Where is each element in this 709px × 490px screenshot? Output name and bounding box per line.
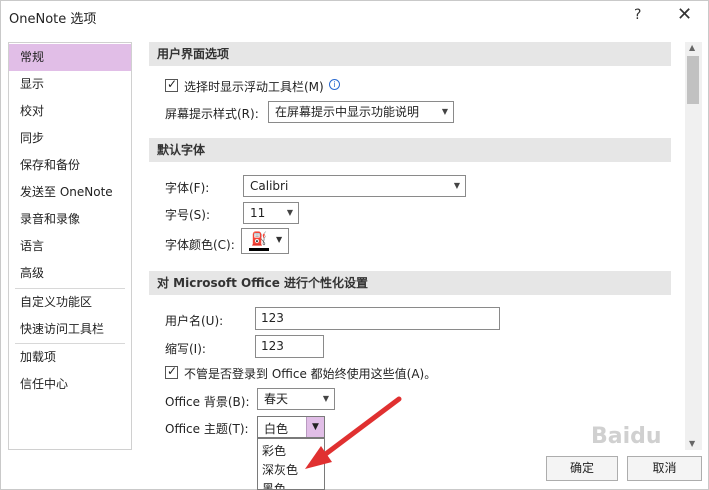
sidebar-item-audio-video[interactable]: 录音和录像 (9, 206, 131, 233)
font-size-label: 字号(S): (165, 208, 211, 222)
sidebar-item-advanced[interactable]: 高级 (9, 260, 131, 287)
sidebar-item-trust-center[interactable]: 信任中心 (9, 371, 131, 398)
initials-input[interactable]: 123 (255, 335, 324, 358)
theme-option-colorful[interactable]: 彩色 (262, 442, 286, 459)
chevron-down-icon: ▼ (453, 181, 460, 190)
office-theme-value: 白色 (264, 422, 289, 436)
close-button[interactable]: ✕ (677, 4, 692, 25)
sidebar-item-save-backup[interactable]: 保存和备份 (9, 152, 131, 179)
chevron-down-icon: ▼ (322, 394, 329, 403)
scroll-thumb[interactable] (687, 56, 699, 104)
screentip-value: 在屏幕提示中显示功能说明 (275, 105, 420, 119)
username-label: 用户名(U): (165, 314, 224, 328)
sidebar-item-general[interactable]: 常规 (9, 44, 131, 71)
info-icon[interactable]: i (329, 79, 340, 90)
office-background-value: 春天 (264, 392, 289, 406)
font-value: Calibri (250, 179, 289, 193)
always-use-values-label: 不管是否登录到 Office 都始终使用这些值(A)。 (184, 367, 437, 381)
sidebar-item-customize-ribbon[interactable]: 自定义功能区 (9, 289, 131, 316)
section-header-default-font: 默认字体 (149, 138, 671, 162)
office-background-dropdown[interactable]: 春天 ▼ (257, 388, 335, 410)
cancel-button[interactable]: 取消 (627, 456, 702, 481)
sidebar-item-display[interactable]: 显示 (9, 71, 131, 98)
always-use-values-checkbox[interactable]: ✓ (165, 364, 178, 379)
window-title: OneNote 选项 (9, 12, 97, 27)
font-label: 字体(F): (165, 181, 210, 195)
mini-toolbar-checkbox[interactable]: ✓ (165, 77, 178, 92)
section-header-personalize: 对 Microsoft Office 进行个性化设置 (149, 271, 671, 295)
mini-toolbar-label: 选择时显示浮动工具栏(M) (184, 80, 324, 94)
chevron-down-icon[interactable]: ▼ (306, 417, 324, 437)
paint-bucket-icon: ⛽ (251, 232, 268, 247)
sidebar-item-send-to-onenote[interactable]: 发送至 OneNote (9, 179, 131, 206)
section-header-ui-options: 用户界面选项 (149, 42, 671, 66)
vertical-scrollbar[interactable]: ▲ ▼ (685, 42, 702, 450)
check-icon: ✓ (167, 364, 178, 378)
font-size-value: 11 (250, 206, 266, 220)
chevron-down-icon: ▼ (286, 208, 293, 217)
sidebar-item-proofing[interactable]: 校对 (9, 98, 131, 125)
chevron-down-icon: ▼ (441, 107, 448, 116)
color-swatch (249, 248, 269, 251)
sidebar-item-language[interactable]: 语言 (9, 233, 131, 260)
screentip-label: 屏幕提示样式(R): (165, 107, 259, 121)
category-sidebar: 常规 显示 校对 同步 保存和备份 发送至 OneNote 录音和录像 语言 高… (8, 42, 132, 450)
help-button[interactable]: ? (634, 7, 641, 23)
font-color-picker[interactable]: ⛽ ▼ (241, 228, 289, 254)
chevron-down-icon: ▼ (276, 235, 283, 244)
office-theme-label: Office 主题(T): (165, 422, 249, 436)
initials-label: 缩写(I): (165, 342, 206, 356)
theme-option-dark-gray[interactable]: 深灰色 (262, 461, 298, 478)
office-background-label: Office 背景(B): (165, 395, 250, 409)
scroll-down-icon[interactable]: ▼ (689, 439, 695, 448)
check-icon: ✓ (167, 77, 178, 91)
scroll-up-icon[interactable]: ▲ (689, 43, 695, 52)
theme-option-black[interactable]: 黑色 (262, 480, 286, 489)
font-dropdown[interactable]: Calibri ▼ (243, 175, 466, 197)
title-bar: OneNote 选项 ? ✕ (1, 1, 708, 33)
font-size-dropdown[interactable]: 11 ▼ (243, 202, 299, 224)
screentip-dropdown[interactable]: 在屏幕提示中显示功能说明 ▼ (268, 101, 454, 123)
username-input[interactable]: 123 (255, 307, 500, 330)
watermark: Baidu (591, 424, 662, 449)
ok-button[interactable]: 确定 (546, 456, 618, 481)
sidebar-item-sync[interactable]: 同步 (9, 125, 131, 152)
options-content: 用户界面选项 ✓ 选择时显示浮动工具栏(M) i 屏幕提示样式(R): 在屏幕提… (149, 42, 683, 450)
font-color-label: 字体颜色(C): (165, 238, 235, 252)
office-theme-dropdown[interactable]: 白色 ▼ (257, 416, 325, 438)
office-theme-options: 彩色 深灰色 黑色 (257, 438, 325, 490)
options-dialog: OneNote 选项 ? ✕ 常规 显示 校对 同步 保存和备份 发送至 One… (0, 0, 709, 490)
sidebar-item-add-ins[interactable]: 加载项 (9, 344, 131, 371)
sidebar-item-quick-access-toolbar[interactable]: 快速访问工具栏 (9, 316, 131, 343)
